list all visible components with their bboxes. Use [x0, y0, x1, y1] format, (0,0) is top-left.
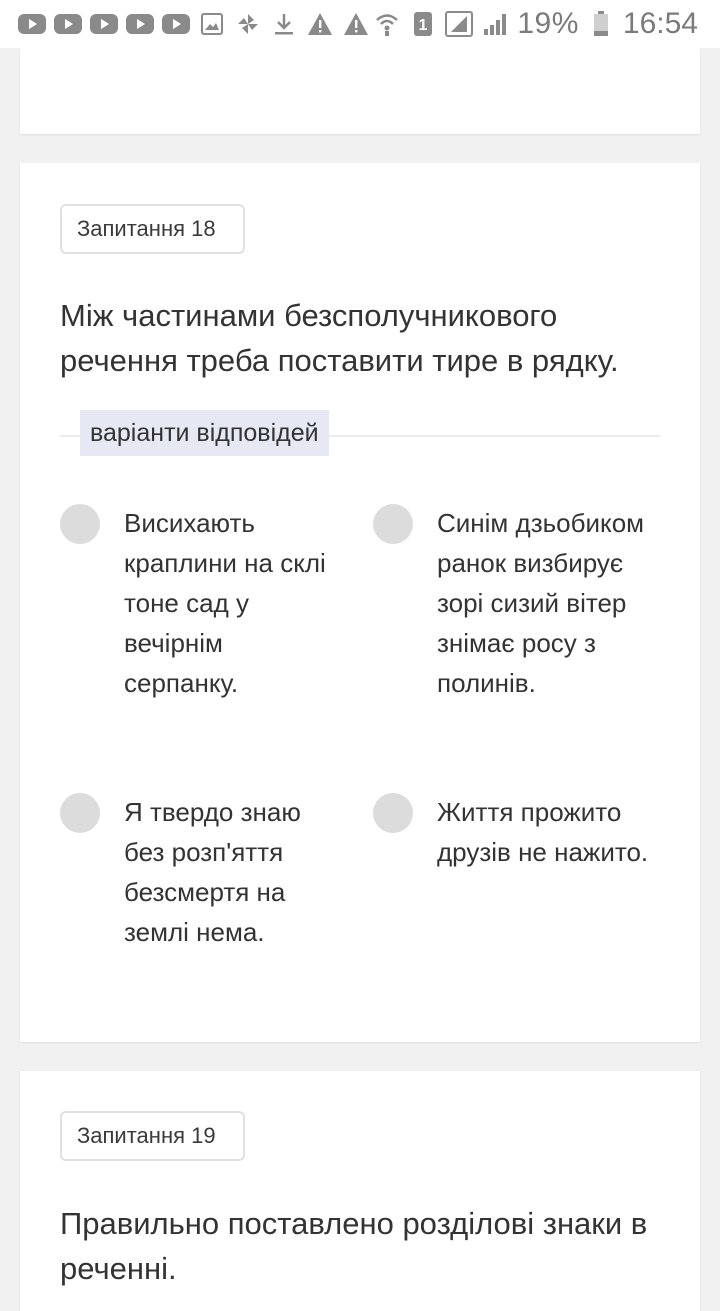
- answer-option[interactable]: Я твердо знаю без розп'яття безсмертя на…: [60, 792, 334, 952]
- question-number-badge: Запитання 19: [60, 1111, 245, 1161]
- signal-icon: [481, 11, 509, 37]
- answer-option-text[interactable]: Я твердо знаю без розп'яття безсмертя на…: [124, 792, 334, 952]
- sim-badge-text: 1: [419, 17, 428, 34]
- radio-button[interactable]: [373, 793, 413, 833]
- question-card: Запитання 18 Між частинами безсполучнико…: [20, 163, 700, 1042]
- radio-button[interactable]: [60, 504, 100, 544]
- youtube-icon: [54, 14, 82, 34]
- answer-option[interactable]: Синім дзьобиком ранок визбирує зорі сизи…: [373, 503, 663, 703]
- battery-icon: [587, 11, 615, 37]
- question-card: Запитання 19 Правильно поставлено розділ…: [20, 1071, 700, 1311]
- roaming-signal-icon: [445, 11, 474, 37]
- question-number-badge: Запитання 18: [60, 204, 245, 254]
- radio-button[interactable]: [60, 793, 100, 833]
- youtube-icon: [162, 14, 190, 34]
- warning-icon: [342, 11, 370, 37]
- answer-option-text[interactable]: Життя прожито друзів не нажито.: [437, 792, 663, 872]
- status-bar: 1 19% 16:54: [0, 0, 720, 48]
- youtube-icon: [18, 14, 46, 34]
- question-text: Між частинами безсполучникового речення …: [60, 298, 619, 378]
- question-text: Правильно поставлено розділові знаки в р…: [60, 1206, 648, 1286]
- youtube-icon: [126, 14, 154, 34]
- answer-option[interactable]: Висихають краплини на склі тоне сад у ве…: [60, 503, 334, 703]
- radio-button[interactable]: [373, 504, 413, 544]
- warning-icon: [306, 11, 334, 37]
- notification-icons: [18, 11, 370, 37]
- answer-option-text[interactable]: Висихають краплини на склі тоне сад у ве…: [124, 503, 334, 703]
- previous-question-card: [20, 48, 700, 134]
- youtube-icon: [90, 14, 118, 34]
- answers-label: варіанти відповідей: [80, 410, 329, 456]
- clock: 16:54: [622, 7, 698, 40]
- answer-option[interactable]: Життя прожито друзів не нажито.: [373, 792, 663, 872]
- answer-option-text[interactable]: Синім дзьобиком ранок визбирує зорі сизи…: [437, 503, 663, 703]
- download-icon: [270, 11, 298, 37]
- pinwheel-icon: [234, 11, 262, 37]
- battery-percent: 19%: [517, 7, 579, 40]
- sim-icon: 1: [409, 11, 437, 37]
- wifi-calling-icon: [373, 11, 401, 37]
- system-indicators: 1 19% 16:54: [373, 7, 698, 41]
- image-icon: [198, 11, 226, 37]
